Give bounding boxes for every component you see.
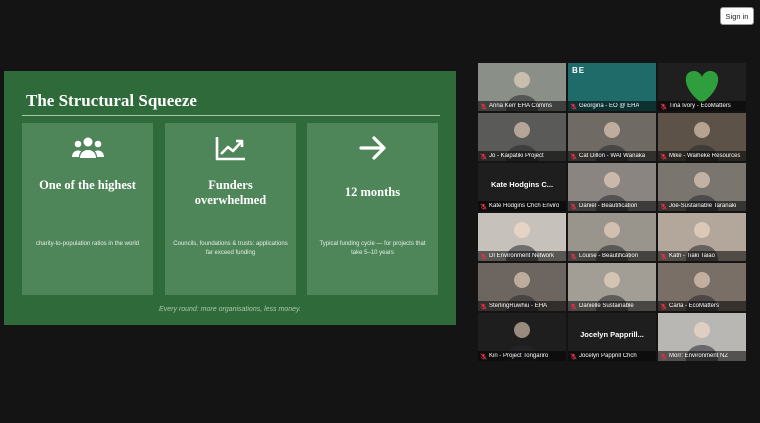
- mic-muted-icon: [660, 302, 667, 310]
- participant-tile[interactable]: Jo - Kaipātiki Project: [478, 113, 566, 161]
- participant-caption: Cat Dillon - WAI Wānaka: [568, 151, 656, 161]
- participant-tile[interactable]: SterlingRuwhiu - EHA: [478, 263, 566, 311]
- participant-caption: Louise - Beautification: [568, 251, 656, 261]
- participant-name: Tina Ivory - EcoMatters: [669, 103, 731, 109]
- participant-caption: Jo - Kaipātiki Project: [478, 151, 566, 161]
- mic-muted-icon: [570, 302, 577, 310]
- sign-in-button[interactable]: Sign in: [720, 7, 754, 25]
- participant-tile[interactable]: Louise - Beautification: [568, 213, 656, 261]
- participant-caption: Joe-Sustainable Taranaki: [658, 201, 746, 211]
- participant-caption: Kate Hodgins Chch Enviro: [478, 201, 566, 211]
- mic-muted-icon: [660, 352, 667, 360]
- participant-caption: Tina Ivory - EcoMatters: [658, 101, 746, 111]
- mic-muted-icon: [660, 202, 667, 210]
- shared-slide: The Structural Squeeze One of the highes…: [4, 71, 456, 325]
- participant-name: Morr: Environment NZ: [669, 353, 729, 359]
- participant-name: Carla - EcoMatters: [669, 303, 720, 309]
- participant-caption: Danielle Sustainable: [568, 301, 656, 311]
- participant-tile[interactable]: Joe-Sustainable Taranaki: [658, 163, 746, 211]
- mic-muted-icon: [480, 152, 487, 160]
- stat-card-3: 12 months Typical funding cycle — for pr…: [307, 123, 438, 295]
- mic-muted-icon: [570, 202, 577, 210]
- users-icon: [22, 134, 153, 162]
- mic-muted-icon: [660, 102, 667, 110]
- participant-name: Kiri - Project Tongariro: [489, 353, 549, 359]
- participant-name: Mike - Waiheke Resources: [669, 153, 741, 159]
- participant-caption: Georgina - EO @ EHA: [568, 101, 656, 111]
- participant-caption: DI Environment Network: [478, 251, 566, 261]
- mic-muted-icon: [570, 152, 577, 160]
- participant-name: Jo - Kaipātiki Project: [489, 153, 544, 159]
- participant-caption: Anna Kerr EHA Comms: [478, 101, 566, 111]
- participant-caption: Morr: Environment NZ: [658, 351, 746, 361]
- mic-muted-icon: [480, 302, 487, 310]
- participant-tile[interactable]: Morr: Environment NZ: [658, 313, 746, 361]
- participant-caption: Daniel - Beautification: [568, 201, 656, 211]
- participant-caption: Kiri - Project Tongariro: [478, 351, 566, 361]
- participant-name: Daniel - Beautification: [579, 203, 638, 209]
- participant-name: Cat Dillon - WAI Wānaka: [579, 153, 646, 159]
- card-subtext: Typical funding cycle — for projects tha…: [319, 241, 426, 256]
- participant-tile[interactable]: Kate Hodgins C... Kate Hodgins Chch Envir…: [478, 163, 566, 211]
- trend-up-icon: [165, 134, 296, 162]
- participant-tile[interactable]: Kiri - Project Tongariro: [478, 313, 566, 361]
- participant-name: DI Environment Network: [489, 253, 555, 259]
- mic-muted-icon: [480, 202, 487, 210]
- card-subtext: Councils, foundations & trusts: applicat…: [173, 241, 288, 256]
- participant-name: Kate Hodgins Chch Enviro: [489, 203, 560, 209]
- participant-caption: Jocelyn Papprill Chch: [568, 351, 656, 361]
- mic-muted-icon: [480, 352, 487, 360]
- card-subtext: charity-to-population ratios in the worl…: [35, 241, 140, 247]
- participant-tile[interactable]: Carla - EcoMatters: [658, 263, 746, 311]
- participant-tile[interactable]: Tina Ivory - EcoMatters: [658, 63, 746, 111]
- slide-footer: Every round: more organisations, less mo…: [159, 306, 301, 313]
- mic-muted-icon: [480, 102, 487, 110]
- participant-name: Georgina - EO @ EHA: [579, 103, 640, 109]
- participant-tile[interactable]: Anna Kerr EHA Comms: [478, 63, 566, 111]
- participant-name: Joe-Sustainable Taranaki: [669, 203, 737, 209]
- slide-title: The Structural Squeeze: [26, 91, 197, 110]
- org-logo: BE: [572, 66, 586, 75]
- mic-muted-icon: [570, 102, 577, 110]
- stat-card-2: Funders overwhelmed Councils, foundation…: [165, 123, 296, 295]
- participant-avatar-name: Kate Hodgins C...: [490, 180, 554, 189]
- participant-caption: Mike - Waiheke Resources: [658, 151, 746, 161]
- participant-caption: SterlingRuwhiu - EHA: [478, 301, 566, 311]
- participant-name: Anna Kerr EHA Comms: [489, 103, 553, 109]
- participant-name: Jocelyn Papprill Chch: [579, 353, 637, 359]
- stat-card-1: One of the highest charity-to-population…: [22, 123, 153, 295]
- participant-tile[interactable]: Kath - Tiaki Taiao: [658, 213, 746, 261]
- participant-avatar-name: Jocelyn Papprill...: [580, 330, 644, 339]
- participant-name: Kath - Tiaki Taiao: [669, 253, 715, 259]
- mic-muted-icon: [480, 252, 487, 260]
- participant-tile[interactable]: BE Georgina - EO @ EHA: [568, 63, 656, 111]
- participant-tile[interactable]: Danielle Sustainable: [568, 263, 656, 311]
- arrow-right-icon: [307, 134, 438, 162]
- card-heading: Funders overwhelmed: [194, 178, 267, 207]
- participant-name: Louise - Beautification: [579, 253, 639, 259]
- participant-tile[interactable]: Cat Dillon - WAI Wānaka: [568, 113, 656, 161]
- participant-tile[interactable]: DI Environment Network: [478, 213, 566, 261]
- card-heading: 12 months: [344, 185, 401, 199]
- card-heading: One of the highest: [39, 178, 136, 192]
- participant-caption: Carla - EcoMatters: [658, 301, 746, 311]
- slide-divider: [22, 115, 440, 116]
- participant-tile[interactable]: Mike - Waiheke Resources: [658, 113, 746, 161]
- participant-gallery: Anna Kerr EHA Comms BE Georgina - EO @ EHA…: [478, 63, 748, 365]
- participant-name: SterlingRuwhiu - EHA: [489, 303, 548, 309]
- participant-caption: Kath - Tiaki Taiao: [658, 251, 746, 261]
- participant-name: Danielle Sustainable: [579, 303, 634, 309]
- mic-muted-icon: [660, 252, 667, 260]
- participant-tile[interactable]: Daniel - Beautification: [568, 163, 656, 211]
- mic-muted-icon: [660, 152, 667, 160]
- mic-muted-icon: [570, 252, 577, 260]
- mic-muted-icon: [570, 352, 577, 360]
- participant-tile[interactable]: Jocelyn Papprill... Jocelyn Papprill Chch: [568, 313, 656, 361]
